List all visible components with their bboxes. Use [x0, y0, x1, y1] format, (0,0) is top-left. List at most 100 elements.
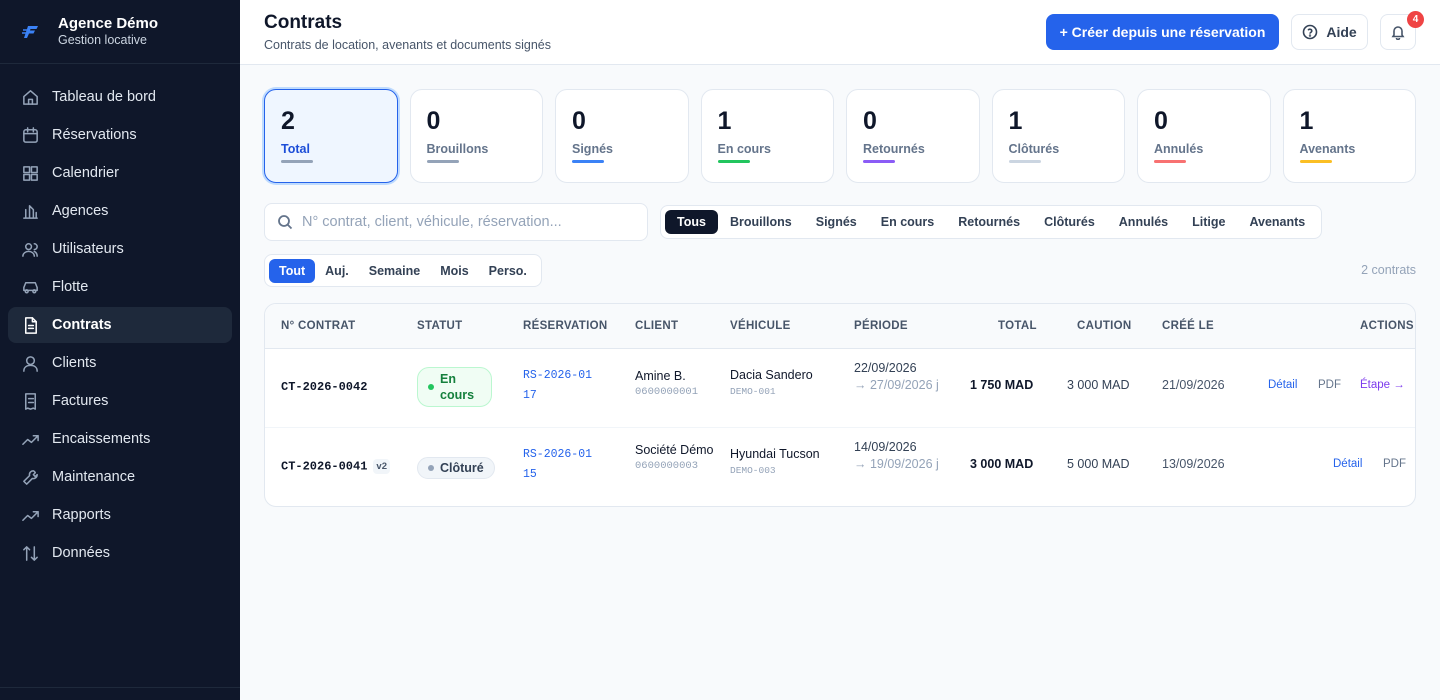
total-amount: 3 000 MAD [970, 457, 1034, 471]
document-icon [20, 315, 40, 335]
car-icon [20, 277, 40, 297]
period-tab-perso[interactable]: Perso. [479, 259, 537, 283]
next-step-link[interactable]: Étape → [1360, 379, 1405, 391]
tab-litige[interactable]: Litige [1180, 210, 1237, 234]
column-header-created[interactable]: CRÉÉ LE [1162, 320, 1214, 332]
sidebar-item-agences[interactable]: Agences [8, 193, 232, 229]
client-name: Amine B. [635, 369, 686, 383]
period-cell: 22/09/2026 → 27/09/2026 j [854, 360, 950, 394]
client-name: Société Démo [635, 443, 714, 457]
vehicle-code: DEMO-001 [730, 386, 776, 397]
help-button[interactable]: Aide [1291, 14, 1368, 50]
sidebar-item-donnees[interactable]: Données [8, 535, 232, 571]
column-header-status[interactable]: STATUT [417, 320, 462, 332]
stat-card-signes[interactable]: 0 Signés [555, 89, 689, 183]
sidebar-item-label: Flotte [52, 279, 89, 295]
tab-clotures[interactable]: Clôturés [1032, 210, 1107, 234]
stat-label: Clôturés [1008, 142, 1060, 156]
stat-card-annules[interactable]: 0 Annulés [1137, 89, 1271, 183]
column-header-actions: ACTIONS [1360, 320, 1414, 332]
sidebar-item-clients[interactable]: Clients [8, 345, 232, 381]
column-header-period[interactable]: PÉRIODE [854, 320, 908, 332]
stat-card-en-cours[interactable]: 1 En cours [700, 89, 834, 183]
period-tab-mois[interactable]: Mois [430, 259, 478, 283]
reservation-link[interactable]: RS-2026-0115 [523, 445, 593, 485]
detail-link[interactable]: Détail [1268, 379, 1297, 391]
stat-bar [426, 160, 459, 163]
sidebar-item-calendrier[interactable]: Calendrier [8, 155, 232, 191]
column-header-reservation[interactable]: RÉSERVATION [523, 320, 607, 332]
period-tab-auj[interactable]: Auj. [315, 259, 359, 283]
table-row[interactable]: CT-2026-0041 v2 Clôturé RS-2026-0115 Soci… [265, 428, 1415, 506]
tab-tous[interactable]: Tous [665, 210, 718, 234]
stat-label: En cours [717, 142, 772, 156]
stat-card-clotures[interactable]: 1 Clôturés [991, 89, 1125, 183]
period-tab-tout[interactable]: Tout [269, 258, 316, 283]
sidebar-item-tableau-de-bord[interactable]: Tableau de bord [8, 79, 232, 115]
sidebar-item-contrats[interactable]: Contrats [8, 307, 232, 343]
sidebar-item-rapports[interactable]: Rapports [8, 497, 232, 533]
sidebar: Agence Démo Gestion locative Tableau de … [0, 0, 240, 700]
stat-card-retournes[interactable]: 0 Retournés [846, 89, 980, 183]
stat-card-avenants[interactable]: 1 Avenants [1282, 89, 1416, 183]
sidebar-item-factures[interactable]: Factures [8, 383, 232, 419]
stat-value: 0 [1154, 107, 1168, 135]
column-header-vehicle[interactable]: VÉHICULE [730, 320, 791, 332]
tab-signes[interactable]: Signés [804, 210, 869, 234]
brand[interactable]: Agence Démo Gestion locative [0, 0, 240, 64]
pdf-link[interactable]: PDF [1318, 379, 1341, 391]
stat-bar [1299, 160, 1332, 163]
contracts-count: 2 contrats [1361, 263, 1416, 277]
status-filter-tabs: Tous Brouillons Signés En cours Retourné… [660, 205, 1323, 239]
stat-label: Avenants [1299, 142, 1356, 156]
client-cell: Amine B. 0600000001 [635, 366, 698, 398]
tab-en-cours[interactable]: En cours [869, 210, 947, 234]
vehicle-cell: Dacia Sandero DEMO-001 [730, 368, 813, 397]
stat-bar [1008, 160, 1041, 163]
contract-number-cell: CT-2026-0041 v2 [281, 459, 390, 474]
sidebar-item-utilisateurs[interactable]: Utilisateurs [8, 231, 232, 267]
sidebar-item-label: Données [52, 545, 111, 561]
pdf-link[interactable]: PDF [1383, 458, 1406, 470]
home-icon [20, 87, 40, 107]
create-from-reservation-button[interactable]: + Créer depuis une réservation [1046, 14, 1279, 50]
stat-card-brouillons[interactable]: 0 Brouillons [409, 89, 543, 183]
tab-annules[interactable]: Annulés [1107, 210, 1180, 234]
created-date: 21/09/2026 [1162, 378, 1225, 392]
column-header-client[interactable]: CLIENT [635, 320, 678, 332]
stats-row: 2 Total 0 Brouillons 0 Signés 1 En cours… [264, 89, 1416, 183]
sidebar-item-label: Tableau de bord [52, 89, 156, 105]
vehicle-code: DEMO-003 [730, 465, 776, 476]
version-tag: v2 [373, 459, 390, 474]
period-start: 22/09/2026 [854, 361, 917, 375]
sidebar-item-encaissements[interactable]: Encaissements [8, 421, 232, 457]
page-title: Contrats [264, 12, 343, 33]
search-input[interactable] [302, 214, 632, 230]
notifications-button[interactable]: 4 [1380, 11, 1424, 50]
notification-badge: 4 [1407, 11, 1424, 28]
contracts-table: N° CONTRAT STATUT RÉSERVATION CLIENT VÉH… [264, 303, 1416, 507]
column-header-contract[interactable]: N° CONTRAT [281, 320, 355, 332]
reservation-link[interactable]: RS-2026-0117 [523, 366, 593, 406]
period-tab-semaine[interactable]: Semaine [359, 259, 430, 283]
column-header-deposit[interactable]: CAUTION [1077, 320, 1132, 332]
stat-value: 1 [1008, 107, 1023, 135]
sidebar-item-label: Contrats [52, 317, 112, 333]
detail-link[interactable]: Détail [1333, 458, 1362, 470]
tab-brouillons[interactable]: Brouillons [718, 210, 804, 234]
sidebar-item-reservations[interactable]: Réservations [8, 117, 232, 153]
stat-card-total[interactable]: 2 Total [264, 89, 398, 183]
page-subtitle: Contrats de location, avenants et docume… [264, 38, 551, 52]
table-row[interactable]: CT-2026-0042 En cours RS-2026-0117 Amine… [265, 349, 1415, 428]
column-header-total[interactable]: TOTAL [998, 320, 1037, 332]
stat-value: 1 [1299, 107, 1314, 135]
sort-icon [20, 543, 40, 563]
status-dot [428, 465, 434, 471]
client-phone: 0600000003 [635, 460, 699, 472]
sidebar-item-maintenance[interactable]: Maintenance [8, 459, 232, 495]
brand-name: Agence Démo [58, 15, 159, 32]
period-end: → 19/09/2026 j [854, 457, 939, 471]
tab-avenants[interactable]: Avenants [1237, 210, 1317, 234]
tab-retournes[interactable]: Retournés [946, 210, 1032, 234]
sidebar-item-flotte[interactable]: Flotte [8, 269, 232, 305]
